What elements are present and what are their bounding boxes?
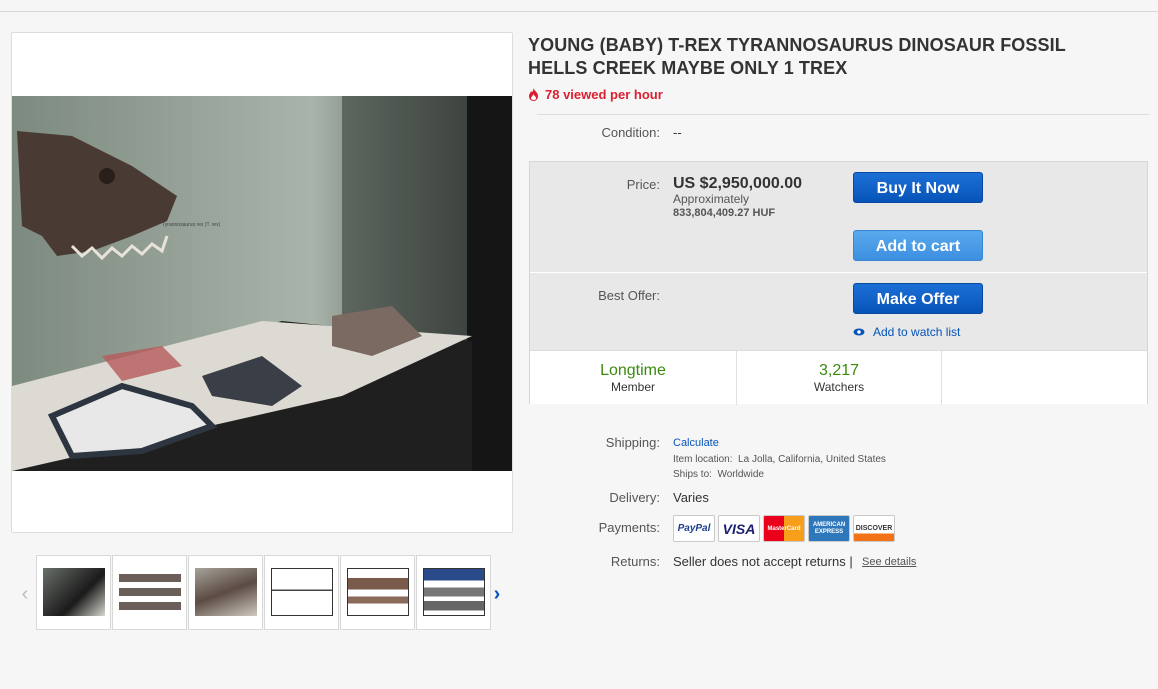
calculate-shipping-link[interactable]: Calculate bbox=[673, 437, 719, 449]
amex-icon: AMERICAN EXPRESS bbox=[808, 515, 850, 542]
item-location-value: La Jolla, California, United States bbox=[738, 454, 886, 465]
eye-icon bbox=[853, 328, 865, 336]
fossil-photo: Tyrannosaurus rex (T. rex) bbox=[12, 96, 512, 471]
mastercard-icon: MasterCard bbox=[763, 515, 805, 542]
returns-value: Seller does not accept returns | bbox=[673, 554, 853, 569]
stats-row: Longtime Member 3,217 Watchers bbox=[530, 350, 1147, 405]
ships-to: Ships to: Worldwide bbox=[673, 469, 764, 480]
viewed-text: 78 viewed per hour bbox=[545, 87, 663, 102]
shipping-label: Shipping: bbox=[605, 435, 660, 450]
add-to-cart-button[interactable]: Add to cart bbox=[853, 230, 983, 261]
watch-text: Add to watch list bbox=[873, 325, 961, 339]
price-converted: 833,804,409.27 HUF bbox=[673, 207, 776, 219]
listing-title: YOUNG (BABY) T-REX TYRANNOSAURUS DINOSAU… bbox=[528, 35, 1066, 78]
thumbnail-prev-icon[interactable]: ‹ bbox=[18, 583, 32, 606]
condition-label: Condition: bbox=[601, 125, 660, 140]
title-divider bbox=[537, 114, 1149, 115]
thumbnail-2[interactable] bbox=[112, 555, 187, 630]
paypal-icon: PayPal bbox=[673, 515, 715, 542]
ships-to-value: Worldwide bbox=[717, 469, 764, 480]
thumbnail-3[interactable] bbox=[188, 555, 263, 630]
payments-label: Payments: bbox=[598, 520, 660, 535]
price-value: US $2,950,000.00 bbox=[673, 175, 802, 192]
thumbnail-strip bbox=[36, 555, 491, 630]
thumbnail-6[interactable] bbox=[416, 555, 491, 630]
thumbnail-next-icon[interactable]: › bbox=[490, 583, 504, 606]
add-to-watch-list-link[interactable]: Add to watch list bbox=[853, 325, 960, 339]
member-sub: Member bbox=[610, 380, 655, 394]
thumbnail-4[interactable] bbox=[264, 555, 339, 630]
price-box: Price: US $2,950,000.00 Approximately 83… bbox=[529, 161, 1148, 405]
delivery-label: Delivery: bbox=[609, 490, 660, 505]
display-placard: Tyrannosaurus rex (T. rex) bbox=[162, 222, 221, 228]
member-label: Longtime bbox=[600, 362, 666, 379]
buy-it-now-button[interactable]: Buy It Now bbox=[853, 172, 983, 203]
item-location-label: Item location: bbox=[673, 454, 733, 465]
main-product-image[interactable]: Tyrannosaurus rex (T. rex) bbox=[11, 32, 513, 533]
visa-icon: VISA bbox=[718, 515, 760, 542]
price-label: Price: bbox=[626, 177, 660, 192]
watchers-sub: Watchers bbox=[813, 380, 865, 394]
thumbnail-5[interactable] bbox=[340, 555, 415, 630]
watchers-stat: 3,217 Watchers bbox=[737, 351, 942, 405]
price-box-separator bbox=[530, 272, 1147, 273]
thumbnail-1[interactable] bbox=[36, 555, 111, 630]
flame-icon bbox=[529, 88, 538, 101]
condition-value: -- bbox=[673, 125, 682, 140]
viewed-per-hour: 78 viewed per hour bbox=[528, 87, 663, 102]
make-offer-button[interactable]: Make Offer bbox=[853, 283, 983, 314]
price-approx-label: Approximately bbox=[673, 192, 750, 206]
best-offer-label: Best Offer: bbox=[598, 288, 660, 303]
member-stat: Longtime Member bbox=[530, 351, 737, 405]
returns-label: Returns: bbox=[610, 554, 660, 569]
discover-icon: DISCOVER bbox=[853, 515, 895, 542]
payment-icons: PayPal VISA MasterCard AMERICAN EXPRESS … bbox=[673, 515, 895, 542]
item-location: Item location: La Jolla, California, Uni… bbox=[673, 454, 886, 465]
watchers-count: 3,217 bbox=[818, 362, 860, 379]
top-divider bbox=[0, 11, 1158, 12]
delivery-value: Varies bbox=[673, 490, 709, 505]
see-details-link[interactable]: See details bbox=[862, 556, 916, 568]
ships-to-label: Ships to: bbox=[673, 469, 712, 480]
